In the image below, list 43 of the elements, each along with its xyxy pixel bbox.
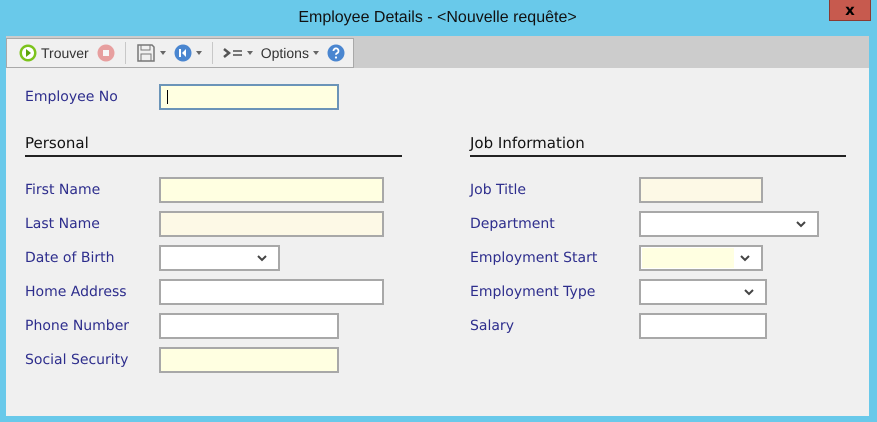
field-label: Home Address (25, 284, 128, 300)
field-label: Last Name (25, 216, 101, 232)
help-icon (326, 44, 345, 62)
save-icon (136, 43, 156, 63)
field-label: Date of Birth (25, 250, 116, 266)
first-record-button[interactable] (172, 44, 204, 62)
input-field[interactable] (159, 84, 339, 110)
indent-icon (222, 47, 243, 59)
input-field[interactable] (159, 279, 384, 305)
dropdown-field[interactable] (639, 279, 767, 305)
input-field[interactable] (639, 313, 767, 339)
section-heading: Job Information (470, 134, 846, 157)
input-field[interactable] (159, 211, 384, 237)
close-button[interactable]: x (829, 0, 871, 21)
options-button[interactable]: Options (258, 45, 321, 61)
skip-back-icon (174, 44, 192, 62)
field-label: Employment Start (470, 250, 598, 266)
field-label: Job Title (470, 182, 528, 198)
field-label: First Name (25, 182, 102, 198)
field-label: Department (470, 216, 556, 232)
input-field[interactable] (159, 347, 339, 373)
input-field[interactable] (159, 313, 339, 339)
dropdown-field[interactable] (639, 245, 763, 271)
field-label: Social Security (25, 352, 130, 368)
input-field[interactable] (639, 177, 763, 203)
help-button[interactable] (324, 44, 347, 62)
chevron-down-icon (740, 254, 750, 262)
window-title: Employee Details - <Nouvelle requête> (298, 9, 577, 27)
field-label: Phone Number (25, 318, 130, 334)
play-icon (19, 44, 37, 62)
dropdown-field[interactable] (159, 245, 280, 271)
stop-icon (96, 44, 115, 62)
field-label: Employment Type (470, 284, 596, 300)
chevron-down-icon (796, 220, 806, 228)
field-label: Salary (470, 318, 515, 334)
dropdown-field[interactable] (639, 211, 819, 237)
section-heading: Personal (25, 134, 402, 157)
field-label: Employee No (25, 89, 119, 105)
indent-button[interactable] (220, 47, 255, 59)
find-button[interactable]: Trouver (17, 44, 91, 62)
chevron-down-icon (744, 288, 754, 296)
input-field[interactable] (159, 177, 384, 203)
chevron-down-icon (257, 254, 267, 262)
